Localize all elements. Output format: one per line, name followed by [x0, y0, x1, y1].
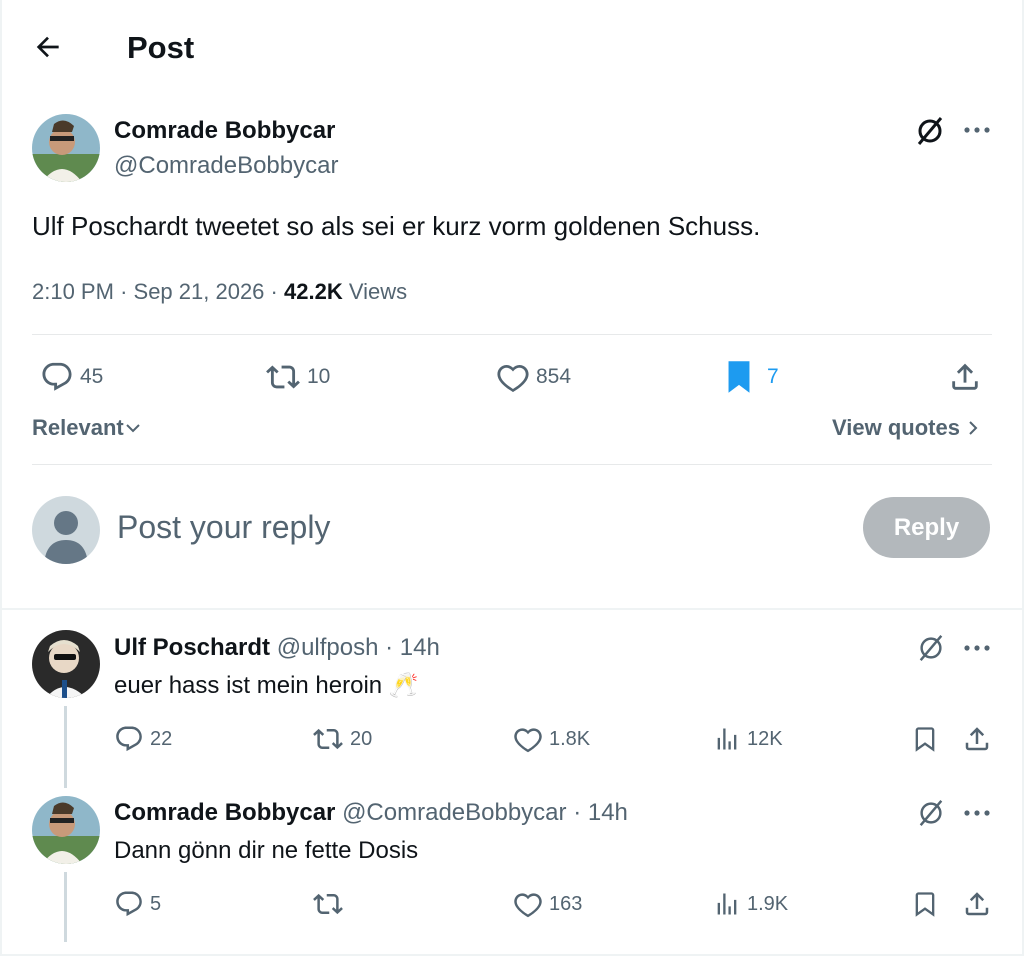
views-count: 1.9K	[747, 892, 789, 915]
repost-action[interactable]: 10	[265, 360, 330, 394]
views-count: 12K	[747, 727, 783, 750]
avatar[interactable]	[32, 630, 100, 698]
more-options-icon[interactable]	[962, 118, 992, 142]
avatar[interactable]	[32, 796, 100, 864]
bookmark-icon[interactable]	[911, 724, 939, 754]
post-date[interactable]: Sep 21, 2026	[134, 279, 265, 304]
grok-icon[interactable]	[916, 798, 946, 828]
meta-separator: ·	[270, 279, 278, 304]
page-title: Post	[127, 30, 195, 65]
repost-icon	[265, 360, 301, 394]
repost-action[interactable]: 20	[312, 724, 372, 754]
bookmark-icon[interactable]	[911, 889, 939, 919]
author-handle[interactable]: @ulfposh	[277, 634, 379, 661]
share-icon	[948, 360, 982, 394]
chevron-down-icon	[124, 419, 142, 437]
reply-icon	[114, 724, 144, 754]
like-count: 1.8K	[549, 727, 591, 750]
bookmark-count: 7	[767, 365, 779, 388]
back-arrow-icon[interactable]	[32, 31, 64, 63]
thread-line	[64, 872, 67, 942]
reply-icon	[114, 889, 144, 919]
grok-icon[interactable]	[914, 115, 946, 147]
share-icon[interactable]	[962, 724, 992, 754]
share-action[interactable]	[948, 360, 982, 394]
heart-icon	[513, 889, 543, 919]
author-handle[interactable]: @ComradeBobbycar	[114, 151, 338, 181]
more-options-icon[interactable]	[962, 801, 992, 825]
repost-icon	[312, 889, 344, 919]
divider	[32, 464, 992, 465]
repost-count: 20	[350, 727, 373, 750]
user-avatar[interactable]	[32, 496, 100, 564]
grok-icon[interactable]	[916, 633, 946, 663]
chevron-right-icon	[966, 419, 980, 437]
share-icon[interactable]	[962, 889, 992, 919]
bookmark-filled-icon	[725, 360, 753, 394]
more-options-icon[interactable]	[962, 636, 992, 660]
analytics-icon	[713, 889, 741, 919]
reply-input[interactable]: Post your reply	[117, 505, 330, 549]
thread-line	[64, 706, 67, 788]
views-label: Views	[348, 279, 408, 304]
reply-action[interactable]: 5	[114, 889, 161, 919]
author-handle[interactable]: @ComradeBobbycar	[342, 799, 566, 826]
like-count: 163	[549, 892, 583, 915]
post-text: Ulf Poschardt tweetet so als sei er kurz…	[32, 211, 761, 241]
reply-button[interactable]: Reply	[863, 497, 990, 558]
like-count: 854	[536, 365, 572, 388]
reply-count: 5	[150, 892, 162, 915]
reply-text: euer hass ist mein heroin 🥂	[114, 672, 419, 699]
heart-icon	[513, 724, 543, 754]
post-meta: 2:10 PM · Sep 21, 2026 · 42.2K Views	[32, 277, 407, 307]
bookmark-action[interactable]: 7	[725, 360, 779, 394]
analytics-icon	[713, 724, 741, 754]
view-quotes-link[interactable]: View quotes	[832, 415, 980, 441]
reply-action[interactable]: 22	[114, 724, 172, 754]
reply-text: Dann gönn dir ne fette Dosis	[114, 837, 419, 864]
reply-count: 45	[80, 365, 104, 388]
like-action[interactable]: 854	[496, 360, 571, 394]
views-action[interactable]: 1.9K	[713, 889, 788, 919]
meta-separator: ·	[120, 279, 128, 304]
sort-dropdown[interactable]: Relevant	[32, 415, 142, 441]
post-time[interactable]: 2:10 PM	[32, 279, 114, 304]
repost-icon	[312, 724, 344, 754]
views-count: 42.2K	[284, 279, 343, 304]
heart-icon	[496, 360, 530, 394]
reply-action[interactable]: 45	[40, 360, 103, 394]
author-name[interactable]: Comrade Bobbycar	[114, 799, 335, 826]
post-page: Post Comrade Bobbycar @ComradeBobbycar U…	[0, 0, 1024, 956]
repost-count: 10	[307, 365, 331, 388]
views-action[interactable]: 12K	[713, 724, 783, 754]
reply-time[interactable]: · 14h	[385, 634, 440, 661]
like-action[interactable]: 1.8K	[513, 724, 590, 754]
divider	[32, 334, 992, 335]
reply-time[interactable]: · 14h	[573, 799, 628, 826]
author-name[interactable]: Comrade Bobbycar	[114, 116, 335, 146]
repost-action[interactable]	[312, 889, 350, 919]
like-action[interactable]: 163	[513, 889, 582, 919]
avatar[interactable]	[32, 114, 100, 182]
reply-icon	[40, 360, 74, 394]
view-quotes-label: View quotes	[832, 415, 960, 440]
divider	[2, 608, 1022, 610]
author-name[interactable]: Ulf Poschardt	[114, 634, 270, 661]
reply-header: Ulf Poschardt @ulfposh · 14h	[114, 633, 440, 663]
reply-header: Comrade Bobbycar @ComradeBobbycar · 14h	[114, 798, 628, 828]
sort-label: Relevant	[32, 415, 124, 440]
reply-count: 22	[150, 727, 173, 750]
